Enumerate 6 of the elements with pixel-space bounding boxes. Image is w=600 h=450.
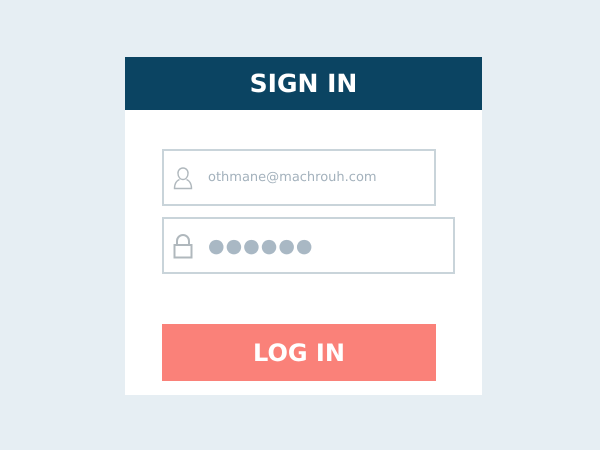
password-field[interactable]: ●●●●●● — [162, 217, 455, 274]
lock-icon — [173, 232, 193, 258]
card-header: SIGN IN — [125, 57, 482, 110]
login-button[interactable]: LOG IN — [162, 324, 436, 381]
email-field[interactable]: othmane@machrouh.com — [162, 149, 436, 206]
user-icon — [173, 166, 193, 190]
